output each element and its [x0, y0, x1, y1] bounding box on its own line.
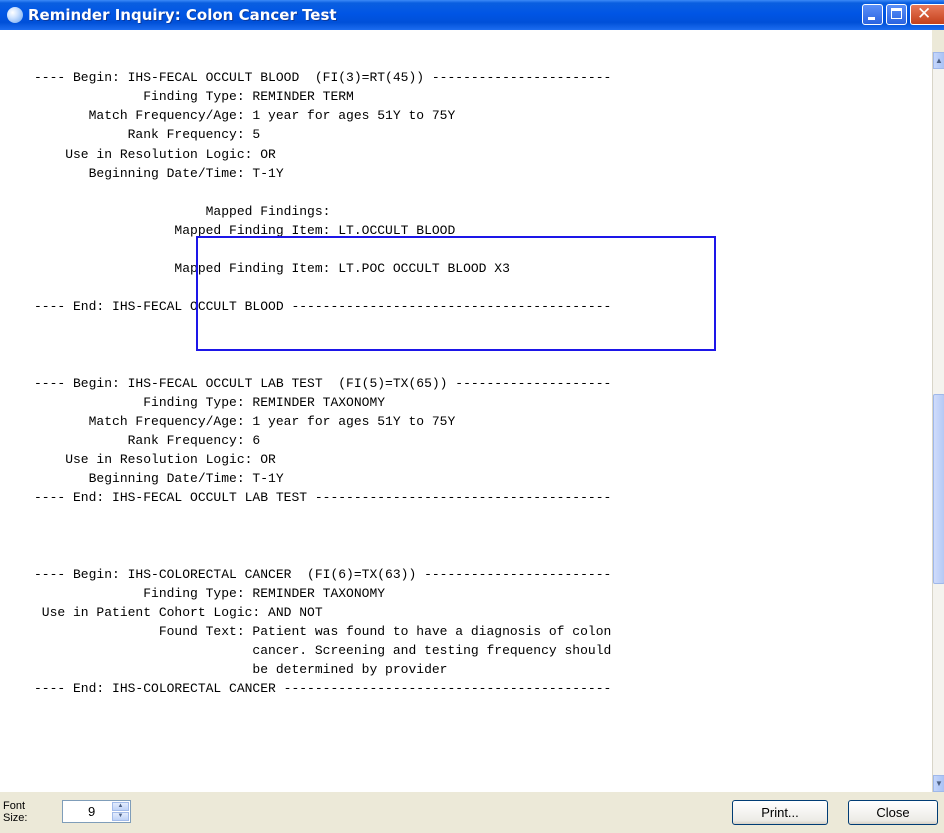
- report-line: Use in Resolution Logic: OR: [34, 452, 276, 468]
- font-size-label: Font Size:: [3, 800, 28, 824]
- maximize-icon: [891, 8, 902, 19]
- report-line: [34, 355, 611, 374]
- report-line: Rank Frequency: 5: [34, 127, 261, 143]
- spin-down-icon[interactable]: ▼: [112, 812, 129, 821]
- print-button[interactable]: Print...: [732, 800, 828, 825]
- report-line: [34, 30, 611, 49]
- close-x-icon: ✕: [917, 4, 932, 24]
- report-line: Match Frequency/Age: 1 year for ages 51Y…: [34, 413, 456, 429]
- maximize-button[interactable]: [886, 4, 907, 25]
- app-globe-icon: [7, 7, 23, 23]
- report-text-area[interactable]: ---- Begin: IHS-FECAL OCCULT BLOOD (FI(3…: [0, 30, 932, 792]
- report-line: Mapped Findings:: [34, 203, 331, 219]
- mapped-findings-highlight-box: [196, 236, 716, 351]
- report-line: Use in Patient Cohort Logic: AND NOT: [34, 604, 323, 620]
- report-line: [34, 183, 611, 202]
- report-line: Rank Frequency: 6: [34, 432, 261, 448]
- scroll-up-icon[interactable]: ▲: [933, 52, 944, 69]
- report-line: Finding Type: REMINDER TERM: [34, 89, 354, 105]
- report-line: ---- End: IHS-FECAL OCCULT LAB TEST ----…: [34, 490, 612, 506]
- close-button[interactable]: Close: [848, 800, 938, 825]
- report-line: be determined by provider: [34, 662, 448, 678]
- report-line: ---- Begin: IHS-COLORECTAL CANCER (FI(6)…: [34, 566, 612, 582]
- report-line: ---- Begin: IHS-FECAL OCCULT LAB TEST (F…: [34, 375, 612, 391]
- font-size-spinner[interactable]: 9 ▲ ▼: [62, 800, 131, 823]
- report-line: ---- Begin: IHS-FECAL OCCULT BLOOD (FI(3…: [34, 70, 612, 86]
- spin-up-icon[interactable]: ▲: [112, 802, 129, 811]
- report-text: ---- Begin: IHS-FECAL OCCULT BLOOD (FI(3…: [34, 30, 611, 698]
- report-line: ---- End: IHS-COLORECTAL CANCER --------…: [34, 681, 612, 697]
- report-line: Beginning Date/Time: T-1Y: [34, 165, 284, 181]
- close-window-button[interactable]: ✕: [910, 4, 944, 25]
- minimize-icon: [868, 17, 875, 20]
- report-line: [34, 546, 611, 565]
- spinner-arrows[interactable]: ▲ ▼: [112, 802, 129, 821]
- report-line: Finding Type: REMINDER TAXONOMY: [34, 394, 386, 410]
- report-line: [34, 526, 611, 545]
- report-line: Finding Type: REMINDER TAXONOMY: [34, 585, 386, 601]
- window-title: Reminder Inquiry: Colon Cancer Test: [28, 6, 337, 24]
- report-line: Beginning Date/Time: T-1Y: [34, 471, 284, 487]
- font-size-value[interactable]: 9: [88, 804, 95, 819]
- scrollbar-thumb[interactable]: [933, 394, 944, 584]
- vertical-scrollbar[interactable]: ▲ ▼: [932, 52, 944, 792]
- report-line: cancer. Screening and testing frequency …: [34, 643, 612, 658]
- bottom-toolbar: Font Size: 9 ▲ ▼ Print... Close: [0, 792, 944, 833]
- scroll-down-icon[interactable]: ▼: [933, 775, 944, 792]
- report-line: [34, 507, 611, 526]
- report-line: Match Frequency/Age: 1 year for ages 51Y…: [34, 108, 456, 124]
- window-titlebar[interactable]: Reminder Inquiry: Colon Cancer Test ✕: [0, 0, 944, 30]
- minimize-button[interactable]: [862, 4, 883, 25]
- report-line: [34, 49, 611, 68]
- report-line: Use in Resolution Logic: OR: [34, 146, 276, 162]
- report-line: Found Text: Patient was found to have a …: [34, 623, 612, 639]
